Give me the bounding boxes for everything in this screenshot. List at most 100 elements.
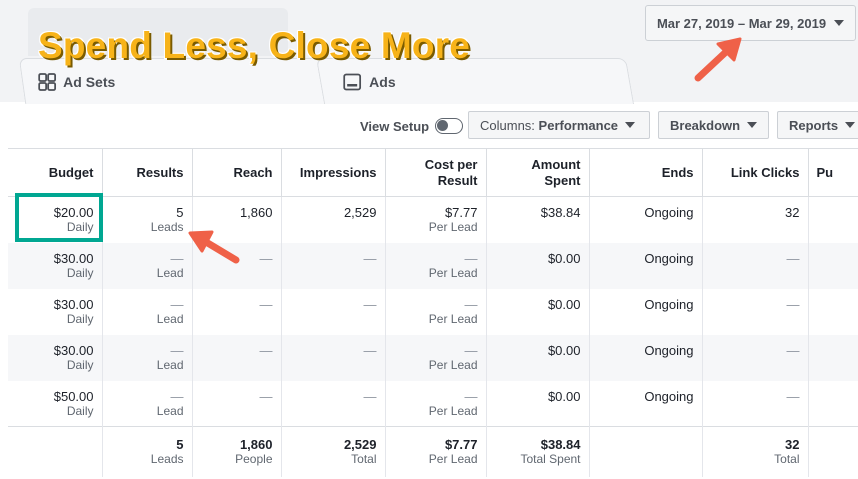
columns-prefix: Columns: xyxy=(480,117,535,133)
cell-value: 32 xyxy=(785,205,800,220)
cell-value: — xyxy=(464,342,478,358)
date-range-label: Mar 27, 2019 – Mar 29, 2019 xyxy=(656,15,827,31)
toggle-switch[interactable] xyxy=(435,118,464,134)
chevron-down-icon xyxy=(845,122,856,128)
tab-ads-label: Ads xyxy=(369,73,396,90)
table-cell: 2,529 xyxy=(281,196,386,243)
table-cell: — xyxy=(702,288,809,335)
summary-cell xyxy=(8,426,103,477)
cell-value: $38.84 xyxy=(540,205,581,220)
reports-dropdown[interactable]: Reports xyxy=(777,111,858,139)
summary-sublabel: Total xyxy=(774,452,800,466)
table-row[interactable]: $50.00 Daily — Lead — — — Per Lead $0.00 Ongoing — xyxy=(8,380,858,427)
summary-value: 32 xyxy=(785,437,800,452)
arrow-to-results-icon xyxy=(188,230,240,264)
cell-value: Ongoing xyxy=(644,296,694,312)
summary-sublabel: Per Lead xyxy=(428,452,478,466)
table-cell: — xyxy=(702,380,809,427)
ad-icon xyxy=(343,73,361,91)
cell-value: Ongoing xyxy=(644,388,694,404)
cell-value: — xyxy=(259,388,273,404)
cell-value: — xyxy=(363,250,377,266)
cell-value: 5 xyxy=(176,205,184,220)
table-cell xyxy=(808,197,858,243)
summary-cell: 32 Total xyxy=(702,426,809,477)
column-header[interactable]: Pu xyxy=(808,148,858,197)
chevron-down-icon xyxy=(625,122,636,128)
summary-cell xyxy=(808,426,858,477)
column-header[interactable]: Impressions xyxy=(281,148,386,197)
summary-sublabel: People xyxy=(235,452,273,466)
column-header[interactable]: Amount Spent xyxy=(486,148,590,197)
cell-value: — xyxy=(259,296,273,312)
cell-sublabel: Daily xyxy=(66,357,94,372)
cell-value: Ongoing xyxy=(644,342,694,358)
highlight-box xyxy=(15,193,103,242)
cell-value: $30.00 xyxy=(53,250,94,266)
column-header[interactable]: Cost per Result xyxy=(385,148,487,197)
breakdown-dropdown[interactable]: Breakdown xyxy=(658,111,769,139)
table-header-row: Budget Results Reach Impressions Cost pe… xyxy=(8,148,858,197)
summary-cell xyxy=(589,426,703,477)
summary-value: 5 xyxy=(176,437,184,452)
summary-cell: $38.84 Total Spent xyxy=(486,426,590,477)
table-cell: $0.00 xyxy=(486,242,590,289)
cell-value: — xyxy=(786,296,800,312)
chevron-down-icon xyxy=(834,20,845,26)
summary-sublabel: Leads xyxy=(150,452,184,466)
cell-value: $0.00 xyxy=(547,388,581,404)
table-cell: — Lead xyxy=(102,288,193,335)
cell-value: $0.00 xyxy=(547,250,581,266)
table-cell: — xyxy=(192,380,282,427)
table-cell: Ongoing xyxy=(589,380,703,427)
table-cell: — Per Lead xyxy=(385,380,487,427)
cell-value: $0.00 xyxy=(547,296,581,312)
table-row[interactable]: $30.00 Daily — Lead — — — Per Lead $0.00 Ongoing — xyxy=(8,334,858,381)
table-row[interactable]: $30.00 Daily — Lead — — — Per Lead $0.00 Ongoing — xyxy=(8,288,858,335)
table-cell: $30.00 Daily xyxy=(8,288,103,335)
cell-value: — xyxy=(363,342,377,358)
table-cell: $0.00 xyxy=(486,334,590,381)
cell-value: 2,529 xyxy=(343,205,377,220)
cell-sublabel: Daily xyxy=(66,265,94,280)
table-cell: — Per Lead xyxy=(385,334,487,381)
table-cell: — xyxy=(702,242,809,289)
cell-value: $0.00 xyxy=(547,342,581,358)
cell-value: — xyxy=(464,388,478,404)
summary-value: 2,529 xyxy=(343,437,377,452)
cell-value: — xyxy=(363,388,377,404)
table-cell: $30.00 Daily xyxy=(8,242,103,289)
ad-sets-table: Budget Results Reach Impressions Cost pe… xyxy=(8,148,858,477)
view-setup-toggle[interactable]: View Setup xyxy=(360,118,464,134)
cell-sublabel: Per Lead xyxy=(428,357,478,372)
column-header[interactable]: Reach xyxy=(192,148,282,197)
table-cell: 5 Leads xyxy=(102,196,193,243)
table-row[interactable]: $30.00 Daily — Lead — — — Per Lead $0.00 Ongoing — xyxy=(8,242,858,289)
table-cell xyxy=(808,242,858,289)
cell-value: — xyxy=(363,296,377,312)
cell-value: — xyxy=(259,342,273,358)
column-header[interactable]: Link Clicks xyxy=(702,148,809,197)
arrow-to-date-icon xyxy=(694,37,742,82)
table-row[interactable]: $20.00 Daily 5 Leads 1,860 2,529 $7.77 Per Lead… xyxy=(8,196,858,243)
cell-sublabel: Lead xyxy=(156,265,184,280)
table-cell: — Per Lead xyxy=(385,242,487,289)
cell-sublabel: Per Lead xyxy=(428,311,478,326)
table-cell: Ongoing xyxy=(589,288,703,335)
cell-sublabel: Lead xyxy=(156,357,184,372)
column-header[interactable]: Results xyxy=(102,148,193,197)
reports-label: Reports xyxy=(789,117,839,133)
table-cell xyxy=(808,289,858,335)
column-header[interactable]: Budget xyxy=(8,148,103,197)
summary-sublabel: Total xyxy=(351,452,377,466)
summary-cell: 1,860 People xyxy=(192,426,282,477)
cell-value: 1,860 xyxy=(239,205,273,220)
ad-sets-table-wrap: Budget Results Reach Impressions Cost pe… xyxy=(8,148,858,479)
date-range-picker[interactable]: Mar 27, 2019 – Mar 29, 2019 xyxy=(645,5,856,41)
column-header[interactable]: Ends xyxy=(589,148,703,197)
cell-sublabel: Lead xyxy=(156,311,184,326)
table-cell: — xyxy=(281,288,386,335)
columns-dropdown[interactable]: Columns: Performance xyxy=(468,111,650,139)
table-cell: 32 xyxy=(702,196,809,243)
cell-sublabel: Lead xyxy=(156,403,184,418)
